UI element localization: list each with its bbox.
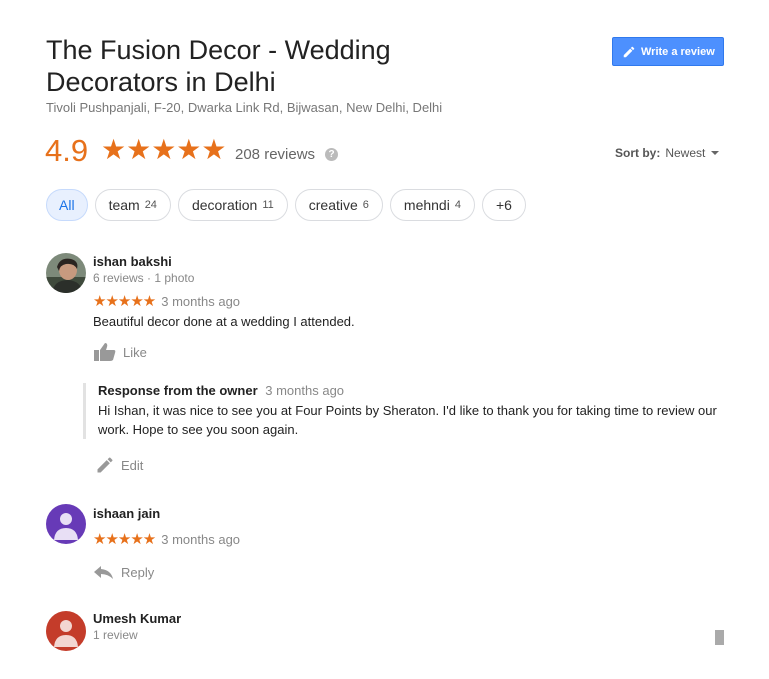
edit-button[interactable]: Edit xyxy=(95,455,143,475)
chip-count: 24 xyxy=(144,199,157,211)
business-name: The Fusion Decor - Wedding Decorators in… xyxy=(46,35,391,97)
chip-mehndi[interactable]: mehndi 4 xyxy=(389,189,475,221)
chip-all[interactable]: All xyxy=(46,189,88,221)
sort-label: Sort by: xyxy=(615,146,661,160)
chip-label: +6 xyxy=(495,197,512,213)
help-icon[interactable]: ? xyxy=(325,148,338,161)
user-photo-icon xyxy=(46,253,86,293)
sort-dropdown[interactable]: Sort by: Newest xyxy=(615,146,720,160)
business-address: Tivoli Pushpanjali, F-20, Dwarka Link Rd… xyxy=(46,100,443,115)
review-time: 3 months ago xyxy=(161,531,241,547)
chip-label: decoration xyxy=(191,197,258,213)
person-icon xyxy=(54,620,78,647)
review-time: 3 months ago xyxy=(161,293,241,309)
review-item: ishan bakshi 6 reviews · 1 photo ★★★★★ 3… xyxy=(46,253,726,483)
chip-count: 6 xyxy=(362,199,369,211)
review-rating-row: ★★★★★ 3 months ago xyxy=(93,292,240,310)
chip-label: mehndi xyxy=(403,197,450,213)
reply-button[interactable]: Reply xyxy=(93,564,154,580)
review-text: Beautiful decor done at a wedding I atte… xyxy=(93,314,355,329)
edit-label: Edit xyxy=(121,457,144,473)
topic-filter-chips: All team 24 decoration 11 creative 6 meh… xyxy=(46,189,533,221)
thumbs-up-icon xyxy=(94,343,116,361)
like-label: Like xyxy=(123,344,147,360)
rating-value: 4.9 xyxy=(45,133,89,168)
chip-more[interactable]: +6 xyxy=(481,189,526,221)
avatar[interactable] xyxy=(46,504,86,544)
sort-value: Newest xyxy=(665,146,706,160)
review-item: ishaan jain ★★★★★ 3 months ago Reply xyxy=(46,504,726,594)
chevron-down-icon xyxy=(711,151,720,155)
chip-label: team xyxy=(108,197,140,213)
reviewer-name[interactable]: ishan bakshi xyxy=(93,254,172,269)
like-button[interactable]: Like xyxy=(93,342,147,362)
reply-label: Reply xyxy=(121,564,155,580)
chip-count: 4 xyxy=(454,199,461,211)
chip-team[interactable]: team 24 xyxy=(94,189,171,221)
write-review-button[interactable]: Write a review xyxy=(612,37,724,66)
chip-label: creative xyxy=(308,197,358,213)
scrollbar-thumb[interactable] xyxy=(715,630,724,645)
review-rating-row: ★★★★★ 3 months ago xyxy=(93,530,240,548)
reviewer-meta: 1 review xyxy=(93,628,138,642)
owner-response-label: Response from the owner xyxy=(98,383,258,398)
pencil-icon xyxy=(623,46,635,57)
avatar[interactable] xyxy=(46,611,86,651)
reviewer-name[interactable]: ishaan jain xyxy=(93,506,160,521)
reviewer-meta: 6 reviews · 1 photo xyxy=(93,271,195,285)
chip-label: All xyxy=(59,197,75,213)
chip-decoration[interactable]: decoration 11 xyxy=(177,189,288,221)
reply-icon xyxy=(94,566,113,579)
review-stars: ★★★★★ xyxy=(93,531,156,548)
owner-response: Response from the owner 3 months ago Hi … xyxy=(83,383,723,439)
review-stars: ★★★★★ xyxy=(93,293,156,310)
chip-count: 11 xyxy=(262,199,274,211)
person-icon xyxy=(54,513,78,540)
review-item: Umesh Kumar 1 review xyxy=(46,609,726,651)
chip-creative[interactable]: creative 6 xyxy=(294,189,383,221)
write-review-label: Write a review xyxy=(641,45,715,58)
review-count: 208 reviews xyxy=(235,146,316,163)
reviewer-name[interactable]: Umesh Kumar xyxy=(93,611,181,626)
owner-response-header: Response from the owner 3 months ago xyxy=(98,383,723,398)
owner-response-time: 3 months ago xyxy=(265,383,345,398)
pencil-icon xyxy=(97,457,113,473)
rating-stars: ★★★★★ xyxy=(101,134,227,165)
owner-response-text: Hi Ishan, it was nice to see you at Four… xyxy=(98,403,717,437)
avatar[interactable] xyxy=(46,253,86,293)
